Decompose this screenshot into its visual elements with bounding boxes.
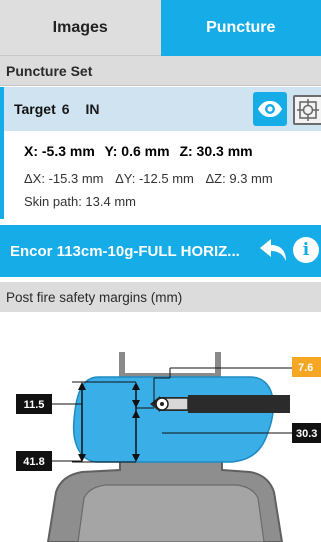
safety-margins-header: Post fire safety margins (mm) <box>0 282 321 312</box>
delta-z: ΔZ: 9.3 mm <box>205 171 273 186</box>
info-icon: i <box>302 240 310 260</box>
support-inner <box>77 484 265 542</box>
safety-margins-diagram: 11.5 41.8 7.6 30.3 <box>0 312 321 542</box>
crosshair-target-icon <box>297 99 319 121</box>
delta-x: ΔX: -15.3 mm <box>24 171 104 186</box>
lesion-shape <box>72 376 274 463</box>
margins-diagram-svg: 11.5 41.8 7.6 30.3 <box>16 352 321 542</box>
depth-margin-label: 30.3 <box>292 423 321 443</box>
info-button[interactable]: i <box>293 237 319 263</box>
puncture-set-header: Puncture Set <box>0 56 321 86</box>
tab-bar: Images Puncture <box>0 0 321 56</box>
target-locate-button[interactable] <box>293 95 321 125</box>
svg-text:30.3: 30.3 <box>296 428 317 440</box>
safety-margins-title: Post fire safety margins (mm) <box>6 289 183 305</box>
bottom-margin-label: 41.8 <box>16 451 52 471</box>
delta-coordinates: ΔX: -15.3 mm ΔY: -12.5 mm ΔZ: 9.3 mm <box>24 171 281 186</box>
target-side: IN <box>85 101 100 117</box>
device-name: Encor 113cm-10g-FULL HORIZ... <box>10 242 240 260</box>
top-margin-label: 11.5 <box>16 394 52 414</box>
puncture-set-title: Puncture Set <box>6 62 93 79</box>
device-selector[interactable]: Encor 113cm-10g-FULL HORIZ... i <box>0 225 321 277</box>
coord-x: X: -5.3 mm <box>24 143 95 159</box>
svg-text:7.6: 7.6 <box>298 362 313 374</box>
coord-y: Y: 0.6 mm <box>104 143 170 159</box>
undo-arrow-icon <box>260 239 286 261</box>
needle-body <box>188 395 290 413</box>
tab-puncture[interactable]: Puncture <box>160 0 321 56</box>
delta-y: ΔY: -12.5 mm <box>115 171 194 186</box>
svg-text:41.8: 41.8 <box>23 456 44 468</box>
visibility-toggle-button[interactable] <box>253 92 287 126</box>
target-label: Target <box>14 101 56 117</box>
target-number: 6 <box>61 101 70 117</box>
svg-text:11.5: 11.5 <box>24 399 45 411</box>
coord-z: Z: 30.3 mm <box>179 143 253 159</box>
undo-button[interactable] <box>258 237 288 265</box>
skin-path: Skin path: 13.4 mm <box>24 194 136 209</box>
absolute-coordinates: X: -5.3 mm Y: 0.6 mm Z: 30.3 mm <box>24 143 259 159</box>
eye-icon <box>258 101 282 117</box>
target-coordinates: X: -5.3 mm Y: 0.6 mm Z: 30.3 mm ΔX: -15.… <box>0 131 321 219</box>
target-row[interactable]: Target 6 IN <box>0 87 321 131</box>
target-marker <box>155 397 169 411</box>
orange-margin-label: 7.6 <box>292 357 321 377</box>
tab-images[interactable]: Images <box>0 0 161 56</box>
